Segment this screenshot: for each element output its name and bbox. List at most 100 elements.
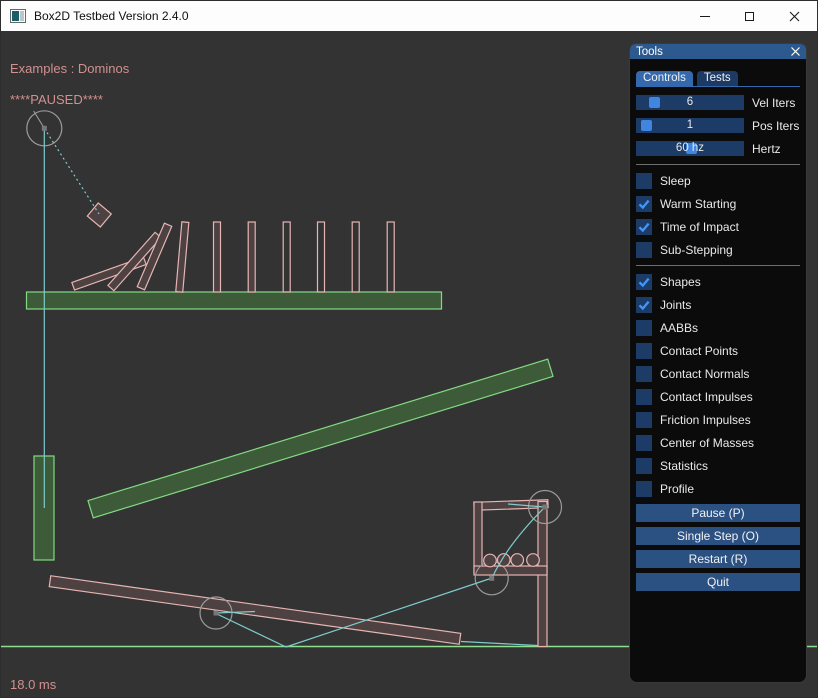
- checkbox-label: AABBs: [660, 321, 698, 335]
- close-button[interactable]: [772, 1, 817, 31]
- minimize-icon: [700, 16, 710, 17]
- checkbox-box[interactable]: [636, 173, 652, 189]
- slider-pos-iters[interactable]: 1: [636, 118, 744, 133]
- dominos-platform: [27, 292, 442, 309]
- checkbox-label: Warm Starting: [660, 197, 736, 211]
- tools-panel-title: Tools: [636, 45, 663, 59]
- checkbox-time-of-impact[interactable]: Time of Impact: [636, 219, 800, 235]
- checkbox-box[interactable]: [636, 458, 652, 474]
- pendulum-box: [87, 203, 111, 227]
- button-single-step-o[interactable]: Single Step (O): [636, 527, 800, 545]
- checkbox-sub-stepping[interactable]: Sub-Stepping: [636, 242, 800, 258]
- checkbox-box[interactable]: [636, 196, 652, 212]
- maximize-icon: [745, 12, 754, 21]
- ball-3: [511, 554, 524, 567]
- slider-value: 1: [636, 118, 744, 133]
- checkbox-aabbs[interactable]: AABBs: [636, 320, 800, 336]
- slider-label: Pos Iters: [752, 119, 799, 133]
- app-window: Box2D Testbed Version 2.4.0 Examples : D…: [0, 0, 818, 698]
- paused-label: ****PAUSED****: [10, 92, 103, 107]
- tools-panel-close-button[interactable]: [791, 47, 800, 56]
- frame-top-bar: [474, 500, 548, 511]
- joint-anchor: [489, 576, 494, 581]
- draw-checkbox-group: Shapes Joints AABBs Contact Points Contact N…: [636, 274, 800, 497]
- slider-value: 60 hz: [636, 141, 744, 156]
- example-name-label: Examples : Dominos: [10, 61, 129, 76]
- checkbox-box[interactable]: [636, 297, 652, 313]
- checkbox-label: Friction Impulses: [660, 413, 751, 427]
- checkbox-label: Time of Impact: [660, 220, 739, 234]
- standing-domino-7: [387, 222, 394, 292]
- checkbox-contact-normals[interactable]: Contact Normals: [636, 366, 800, 382]
- standing-domino-6: [352, 222, 359, 292]
- checkbox-label: Joints: [660, 298, 691, 312]
- checkbox-warm-starting[interactable]: Warm Starting: [636, 196, 800, 212]
- minimize-button[interactable]: [682, 1, 727, 31]
- checkbox-box[interactable]: [636, 366, 652, 382]
- slider-group: 6Vel Iters1Pos Iters60 hzHertz: [636, 95, 800, 156]
- separator: [636, 265, 800, 266]
- ball-4: [527, 554, 540, 567]
- tab-bar: Controls Tests: [636, 71, 800, 87]
- check-icon: [636, 219, 652, 235]
- checkbox-sleep[interactable]: Sleep: [636, 173, 800, 189]
- button-pause-p[interactable]: Pause (P): [636, 504, 800, 522]
- check-icon: [636, 297, 652, 313]
- standing-domino-4: [283, 222, 290, 292]
- checkbox-label: Profile: [660, 482, 694, 496]
- slider-hertz[interactable]: 60 hz: [636, 141, 744, 156]
- action-button-group: Pause (P) Single Step (O) Restart (R) Quit: [636, 504, 800, 591]
- checkbox-label: Contact Points: [660, 344, 738, 358]
- checkbox-shapes[interactable]: Shapes: [636, 274, 800, 290]
- checkbox-profile[interactable]: Profile: [636, 481, 800, 497]
- maximize-button[interactable]: [727, 1, 772, 31]
- slider-label: Vel Iters: [752, 96, 795, 110]
- checkbox-label: Contact Normals: [660, 367, 749, 381]
- window-controls: [682, 1, 817, 31]
- seesaw-plank: [49, 576, 461, 645]
- frame-bottom-bar: [474, 566, 547, 575]
- tools-panel-titlebar[interactable]: Tools: [630, 44, 806, 59]
- checkbox-contact-impulses[interactable]: Contact Impulses: [636, 389, 800, 405]
- slider-row-vel-iters: 6 Vel Iters: [636, 95, 800, 110]
- check-icon: [636, 274, 652, 290]
- standing-domino-3: [248, 222, 255, 292]
- checkbox-center-of-masses[interactable]: Center of Masses: [636, 435, 800, 451]
- circle-axis-line: [34, 111, 45, 128]
- checkbox-box[interactable]: [636, 274, 652, 290]
- checkbox-box[interactable]: [636, 320, 652, 336]
- checkbox-label: Center of Masses: [660, 436, 754, 450]
- checkbox-box[interactable]: [636, 412, 652, 428]
- tab-tests[interactable]: Tests: [697, 71, 738, 86]
- ramp: [88, 359, 553, 518]
- checkbox-label: Sub-Stepping: [660, 243, 733, 257]
- slider-row-pos-iters: 1 Pos Iters: [636, 118, 800, 133]
- checkbox-contact-points[interactable]: Contact Points: [636, 343, 800, 359]
- checkbox-box[interactable]: [636, 389, 652, 405]
- close-icon: [789, 11, 800, 22]
- checkbox-label: Statistics: [660, 459, 708, 473]
- checkbox-box[interactable]: [636, 242, 652, 258]
- button-quit[interactable]: Quit: [636, 573, 800, 591]
- checkbox-statistics[interactable]: Statistics: [636, 458, 800, 474]
- joint-line: [44, 128, 99, 214]
- button-restart-r[interactable]: Restart (R): [636, 550, 800, 568]
- physics-canvas[interactable]: Examples : Dominos ****PAUSED**** 18.0 m…: [1, 31, 818, 698]
- checkbox-box[interactable]: [636, 435, 652, 451]
- slider-value: 6: [636, 95, 744, 110]
- tab-controls[interactable]: Controls: [636, 71, 693, 86]
- tools-panel: Tools Controls Tests 6 Vel Iters 1 Pos Iters…: [629, 43, 807, 683]
- slider-vel-iters[interactable]: 6: [636, 95, 744, 110]
- frame-time-label: 18.0 ms: [10, 677, 56, 692]
- checkbox-box[interactable]: [636, 219, 652, 235]
- checkbox-box[interactable]: [636, 343, 652, 359]
- checkbox-box[interactable]: [636, 481, 652, 497]
- window-titlebar[interactable]: Box2D Testbed Version 2.4.0: [1, 1, 817, 31]
- joint-anchor: [214, 611, 219, 616]
- checkbox-joints[interactable]: Joints: [636, 297, 800, 313]
- tools-panel-body: ControlsTests 6Vel Iters1Pos Iters60 hzH…: [630, 71, 806, 591]
- checkbox-label: Contact Impulses: [660, 390, 753, 404]
- checkbox-label: Shapes: [660, 275, 701, 289]
- checkbox-friction-impulses[interactable]: Friction Impulses: [636, 412, 800, 428]
- separator: [636, 164, 800, 165]
